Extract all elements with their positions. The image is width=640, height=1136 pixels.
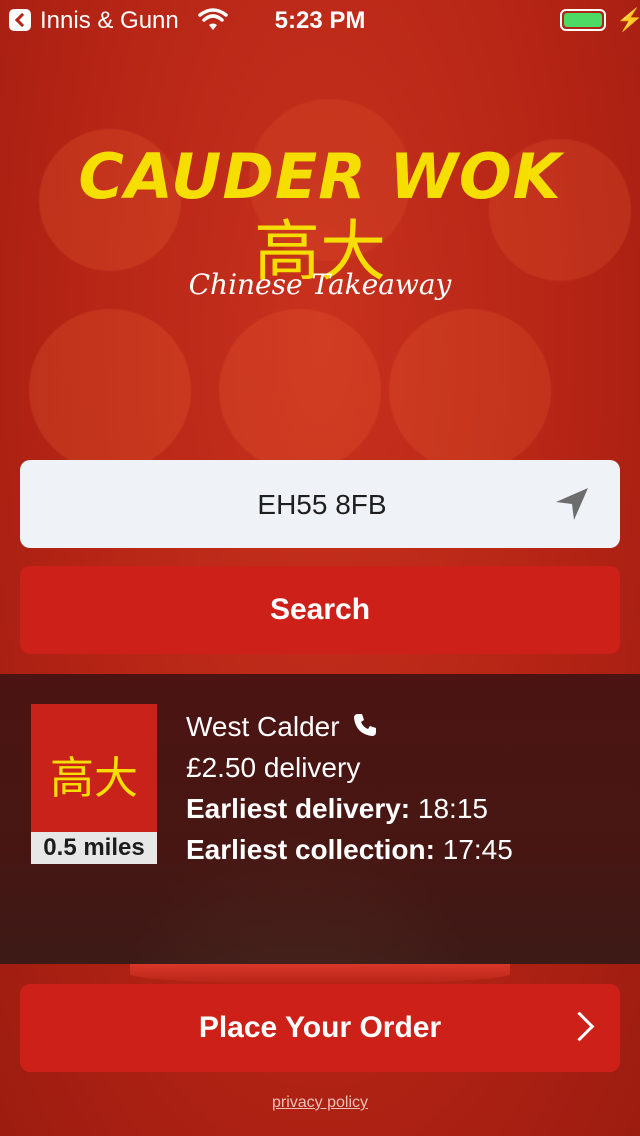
store-thumbnail: 高大 0.5 miles <box>31 704 157 864</box>
privacy-policy-link[interactable]: privacy policy <box>0 1094 640 1112</box>
charging-bolt-icon: ⚡ <box>616 7 640 32</box>
phone-icon[interactable] <box>352 712 378 738</box>
battery-icon <box>560 9 606 31</box>
place-order-label: Place Your Order <box>198 1011 442 1044</box>
location-arrow-icon[interactable] <box>552 484 592 524</box>
place-order-button[interactable]: Place Your Order <box>20 984 620 1072</box>
search-button[interactable]: Search <box>20 566 620 654</box>
store-thumbnail-logo: 高大 <box>50 753 138 804</box>
earliest-delivery-label: Earliest delivery: <box>186 793 411 824</box>
store-info: West Calder £2.50 delivery Earliest deli… <box>186 706 513 870</box>
status-bar: Innis & Gunn 5:23 PM ⚡ <box>0 0 640 40</box>
earliest-collection-label: Earliest collection: <box>186 834 435 865</box>
wok-image <box>130 964 510 984</box>
store-distance: 0.5 miles <box>31 832 157 864</box>
postcode-input[interactable] <box>20 460 624 550</box>
delivery-fee: £2.50 delivery <box>186 752 361 783</box>
postcode-field-container <box>20 460 624 550</box>
chevron-right-icon <box>564 1011 595 1042</box>
earliest-collection-time: 17:45 <box>442 834 513 865</box>
restaurant-logo-subtitle: Chinese Takeaway <box>188 268 452 301</box>
earliest-delivery-time: 18:15 <box>417 793 488 824</box>
status-time: 5:23 PM <box>274 7 366 34</box>
store-name: West Calder <box>186 711 340 742</box>
